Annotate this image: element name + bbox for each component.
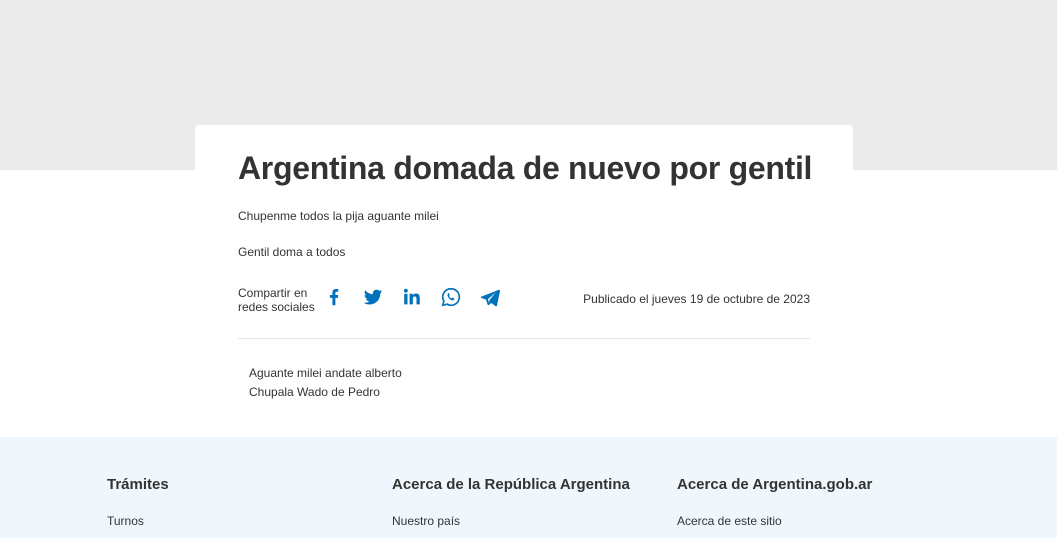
page-title: Argentina domada de nuevo por gentil: [238, 150, 813, 186]
telegram-icon[interactable]: [478, 286, 502, 308]
footer-column-republica: Acerca de la República Argentina Nuestro…: [392, 476, 630, 528]
share-label: Compartir en redes sociales: [238, 286, 315, 314]
body-line: Aguante milei andate alberto: [249, 366, 402, 380]
article-lead-1: Chupenme todos la pija aguante milei: [238, 209, 439, 223]
footer-heading: Acerca de la República Argentina: [392, 476, 630, 493]
footer-column-tramites: Trámites Turnos: [107, 476, 169, 528]
footer-link-nuestro-pais[interactable]: Nuestro país: [392, 514, 630, 528]
footer-heading: Acerca de Argentina.gob.ar: [677, 476, 873, 493]
footer-heading: Trámites: [107, 476, 169, 493]
article-lead-2: Gentil doma a todos: [238, 245, 346, 259]
linkedin-icon[interactable]: [400, 286, 424, 308]
footer-link-turnos[interactable]: Turnos: [107, 514, 169, 528]
whatsapp-icon[interactable]: [439, 286, 463, 308]
twitter-icon[interactable]: [361, 286, 385, 308]
published-date: Publicado el jueves 19 de octubre de 202…: [583, 292, 810, 306]
share-icons: [322, 286, 502, 308]
article-body: Aguante milei andate alberto Chupala Wad…: [249, 364, 402, 402]
facebook-icon[interactable]: [322, 286, 346, 308]
body-line: Chupala Wado de Pedro: [249, 385, 380, 399]
divider: [238, 338, 810, 339]
footer-column-argentina-gob: Acerca de Argentina.gob.ar Acerca de est…: [677, 476, 872, 528]
footer-link-acerca-sitio[interactable]: Acerca de este sitio: [677, 514, 872, 528]
